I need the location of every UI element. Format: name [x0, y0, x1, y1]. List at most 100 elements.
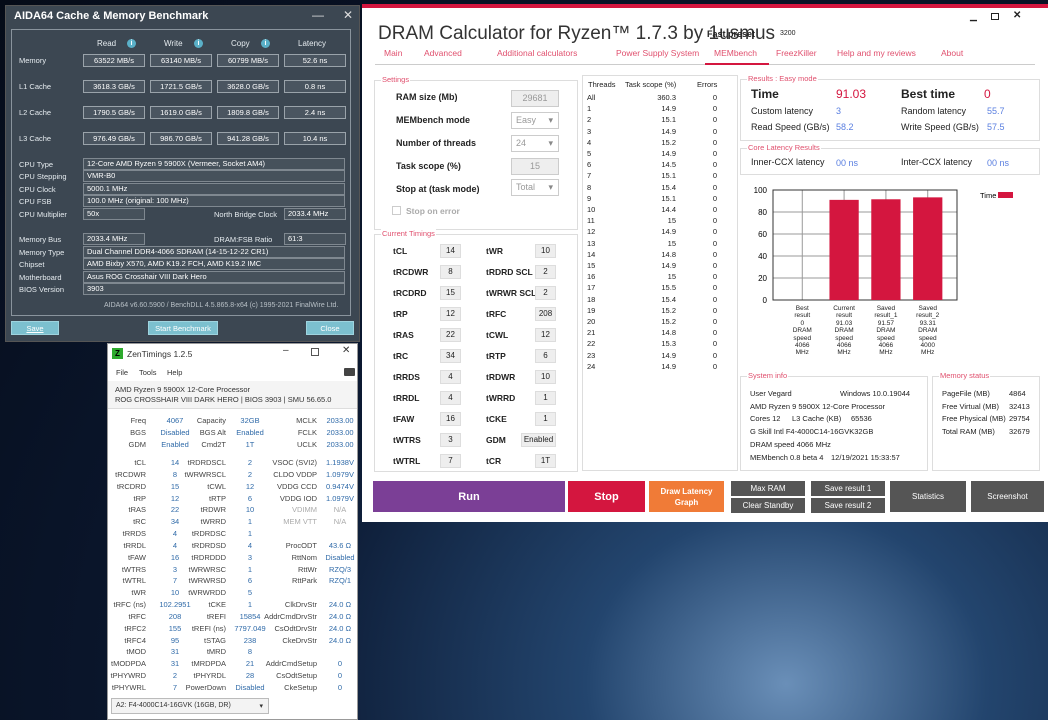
cpu-stepping-label: CPU Stepping [19, 172, 67, 181]
tab-power-supply-system[interactable]: Power Supply System [616, 48, 699, 58]
tab-additional-calculators[interactable]: Additional calculators [497, 48, 577, 58]
thread-errors: 0 [712, 93, 717, 102]
camera-icon[interactable] [344, 368, 355, 376]
thread-errors: 0 [712, 160, 717, 170]
menu-file[interactable]: File [116, 368, 128, 377]
thread-errors: 0 [712, 149, 717, 158]
tab-freezkiller[interactable]: FreezKiller [776, 48, 817, 58]
close-icon[interactable]: ✕ [342, 345, 350, 356]
task-scope-input[interactable]: 15 [511, 158, 559, 175]
tab-help-and-my-reviews[interactable]: Help and my reviews [837, 48, 916, 58]
save-result-2-button[interactable]: Save result 2 [811, 498, 885, 513]
timing-value: 4 [440, 370, 461, 384]
thread-scope: 14.9 [661, 361, 676, 371]
write-speed-label: Write Speed (GB/s) [901, 122, 979, 132]
stop-button[interactable]: Stop [568, 481, 645, 512]
timing-label: tFAW [127, 552, 146, 562]
stop-at-select[interactable]: Total [511, 179, 559, 196]
result-value: 1619.0 GB/s [150, 106, 212, 119]
group-title: Memory status [939, 371, 991, 380]
statistics-button[interactable]: Statistics [890, 481, 966, 512]
read-speed-label: Read Speed (GB/s) [751, 122, 830, 132]
timing-label: tRDRD SCL [486, 267, 533, 277]
maximize-icon[interactable] [991, 13, 999, 20]
stop-on-error-checkbox[interactable] [392, 206, 401, 215]
close-icon[interactable]: ✕ [1013, 10, 1021, 21]
save-result-1-button[interactable]: Save result 1 [811, 481, 885, 496]
fast-preset-value[interactable]: 3200 [780, 30, 796, 37]
time-label: Time [751, 87, 779, 101]
thread-id: 8 [587, 182, 592, 192]
run-button[interactable]: Run [373, 481, 565, 512]
timing-value: 24.0 Ω [328, 623, 352, 633]
ram-size-input[interactable]: 29681 [511, 90, 559, 107]
timing-label: Capacity [196, 416, 226, 425]
thread-errors: 0 [712, 238, 717, 248]
result-value: 1721.5 GB/s [150, 80, 212, 93]
menu-help[interactable]: Help [167, 368, 182, 377]
timing-label: tRC [133, 517, 146, 527]
thread-scope: 15.1 [661, 193, 676, 203]
info-icon[interactable]: i [194, 39, 203, 48]
menu-tools[interactable]: Tools [139, 368, 157, 377]
timing-label: tRRDS [393, 372, 420, 382]
close-dialog-button[interactable]: Close [306, 321, 354, 335]
thread-scope: 14.9 [661, 104, 676, 114]
membench-mode-label: MEMbench mode [396, 115, 471, 125]
zentimings-window: Z ZenTimings 1.2.5 – ✕ File Tools Help A… [107, 343, 358, 720]
info-icon[interactable]: i [261, 39, 270, 48]
minimize-icon[interactable]: – [283, 345, 289, 356]
thread-scope: 14.9 [661, 350, 676, 360]
tab-membench[interactable]: MEMbench [714, 48, 757, 58]
timing-label: UCLK [296, 439, 317, 449]
random-latency-value: 55.7 [987, 106, 1005, 116]
close-button[interactable]: ✕ [343, 8, 353, 22]
tab-about[interactable]: About [941, 48, 963, 58]
timing-label: tRCDWR [115, 469, 146, 479]
minimize-button[interactable]: — [312, 8, 324, 22]
timing-label: tWTRS [393, 435, 421, 445]
threads-select[interactable]: 24 [511, 135, 559, 152]
thread-scope: 15.2 [661, 305, 676, 315]
save-button[interactable]: Save [11, 321, 59, 335]
membench-mode-select[interactable]: Easy [511, 112, 559, 129]
cpu-mult-label: CPU Multiplier [19, 210, 67, 219]
draw-latency-graph-button[interactable]: Draw Latency Graph [649, 481, 724, 512]
thread-id: 20 [587, 317, 596, 326]
chevron-down-icon: ▾ [259, 703, 263, 710]
thread-id: 14 [587, 249, 596, 259]
timing-label: tRRDL [123, 540, 146, 550]
tab-main[interactable]: Main [384, 48, 402, 58]
thread-scope: 15 [667, 238, 676, 248]
timing-label: VDDG CCD [276, 481, 317, 491]
timing-value: 16 [440, 412, 461, 426]
thread-errors: 0 [712, 104, 717, 114]
minimize-icon[interactable]: ▁ [970, 11, 977, 22]
dimm-select[interactable]: A2: F4-4000C14-16GVK (16GB, DR) ▾ [111, 698, 269, 714]
best-time-value: 0 [984, 87, 991, 101]
stop-at-label: Stop at (task mode) [396, 184, 480, 194]
tab-advanced[interactable]: Advanced [424, 48, 462, 58]
timing-label: tCKE [486, 414, 507, 424]
maximize-icon[interactable] [311, 348, 319, 356]
screenshot-button[interactable]: Screenshot [971, 481, 1044, 512]
info-icon[interactable]: i [127, 39, 136, 48]
timing-value: 15 [440, 286, 461, 300]
custom-latency-value: 3 [836, 106, 842, 116]
timing-value: 6 [535, 349, 556, 363]
column-header-latency: Latency [298, 39, 327, 48]
max-ram-button[interactable]: Max RAM [731, 481, 805, 496]
thread-errors: 0 [712, 305, 717, 315]
thread-id: 21 [587, 328, 596, 338]
clear-standby-button[interactable]: Clear Standby [731, 498, 805, 513]
timing-label: tRFC4 [124, 635, 146, 645]
thread-id: 18 [587, 294, 596, 304]
row-label: L3 Cache [19, 134, 52, 143]
timing-label: tMRD [206, 647, 226, 657]
timing-label: tWRRD [200, 517, 226, 527]
timing-label: tRFC2 [124, 623, 146, 633]
timing-label: Cmd2T [201, 439, 226, 449]
start-benchmark-button[interactable]: Start Benchmark [148, 321, 218, 335]
result-value: 986.70 GB/s [150, 132, 212, 145]
thread-id: 17 [587, 283, 596, 293]
